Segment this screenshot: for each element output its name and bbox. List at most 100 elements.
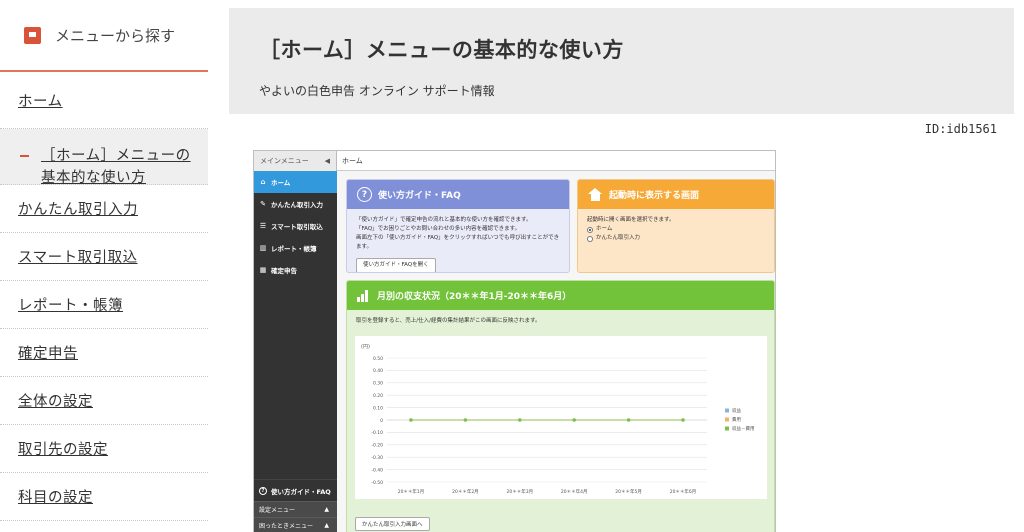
app-menu-label: レポート・帳簿 (271, 245, 317, 253)
monthly-chart: (円) 0.50 0.40 0.30 0.20 0.10 0 -0.10 -0.20 -0.30 -… (355, 336, 767, 499)
app-content: ? 使い方ガイド・FAQ 「使い方ガイド」で確定申告の流れと基本的な使い方を確認… (337, 171, 775, 532)
help-icon: ? (259, 486, 267, 495)
nav-header-label: メニューから探す (55, 26, 176, 45)
tax-return-icon: ▦ (259, 266, 267, 274)
help-icon: ? (357, 187, 372, 202)
guide-card-title: 使い方ガイド・FAQ (378, 191, 461, 201)
left-navigation: メニューから探す ホーム ［ホーム］メニューの基本的な使い方 かんたん取引入力 … (0, 0, 208, 532)
monthly-card-title: 月別の収支状況（20＊＊年1月-20＊＊年6月） (377, 292, 572, 302)
page-header: ［ホーム］メニューの基本的な使い方 やよいの白色申告 オンライン サポート情報 (229, 8, 1014, 114)
y-tick-label: -0.40 (371, 467, 383, 473)
nav-item-tax-return[interactable]: 確定申告 (0, 329, 208, 377)
nav-item-smart-import[interactable]: スマート取引取込 (0, 233, 208, 281)
nav-item-reports[interactable]: レポート・帳簿 (0, 281, 208, 329)
pencil-icon: ✎ (260, 200, 266, 208)
app-sidebar-header: メインメニュー ◀ (254, 151, 337, 171)
page-subtitle: やよいの白色申告 オンライン サポート情報 (259, 84, 495, 98)
data-point (572, 418, 576, 422)
page-title: ［ホーム］メニューの基本的な使い方 (259, 38, 624, 62)
guide-card-header: ? 使い方ガイド・FAQ (347, 180, 569, 209)
menu-icon (24, 26, 41, 44)
chart-svg: (円)0.50 0.40 0.30 0.20 0.10 0 -0.10 -0.20 -0.30 -… (361, 344, 755, 495)
import-icon: ☰ (259, 222, 267, 230)
bar-chart-icon (357, 289, 371, 302)
app-menu-tax-return[interactable]: ▦ 確定申告 (254, 259, 337, 281)
expand-icon: ▲ (324, 522, 329, 529)
data-point (463, 418, 468, 422)
nav-item-client-settings[interactable]: 取引先の設定 (0, 425, 208, 473)
y-tick-label: 0.20 (373, 393, 383, 399)
home-icon: ⌂ (260, 178, 266, 186)
startup-card: 起動時に表示する画面 起動時に開く画面を選択できます。 ホーム かんたん取引入力 (577, 179, 775, 273)
nav-item-home[interactable]: ホーム (0, 72, 208, 129)
y-tick-label: 0.30 (373, 381, 383, 387)
home-icon (588, 188, 603, 201)
monthly-description: 取引を登録すると、売上/仕入/経費の集計結果がこの画面に反映されます。 (356, 318, 541, 324)
settings-menu-label: 設定メニュー (259, 507, 296, 514)
data-point (626, 418, 631, 422)
app-menu-smart-import[interactable]: ☰ スマート取引取込 (254, 215, 337, 237)
startup-option-home[interactable]: ホーム (587, 225, 765, 234)
support-menu-label: 困ったときメニュー (259, 523, 314, 530)
guide-text: 「使い方ガイド」で確定申告の流れと基本的な使い方を確認できます。 (356, 217, 532, 223)
startup-card-body: 起動時に開く画面を選択できます。 ホーム かんたん取引入力 (578, 209, 774, 250)
nav-item-home-basics[interactable]: ［ホーム］メニューの基本的な使い方 (0, 129, 208, 186)
app-screenshot: メインメニュー ◀ ⌂ ホーム ✎ かんたん取引入力 ☰ スマート取引取込 ▥ … (253, 150, 776, 532)
y-tick-label: -0.30 (371, 455, 383, 461)
startup-option-label: ホーム (596, 226, 613, 232)
support-menu-toggle[interactable]: 困ったときメニュー ▲ (254, 517, 337, 532)
y-tick-label: -0.10 (371, 430, 383, 436)
legend-label: 収益 (732, 407, 741, 414)
guide-card: ? 使い方ガイド・FAQ 「使い方ガイド」で確定申告の流れと基本的な使い方を確認… (346, 179, 570, 273)
nav-item-easy-entry[interactable]: かんたん取引入力 (0, 185, 208, 233)
guide-text: 「FAQ」でお困りごとやお問い合わせの多い内容を確認できます。 (356, 226, 521, 232)
app-sidebar: メインメニュー ◀ ⌂ ホーム ✎ かんたん取引入力 ☰ スマート取引取込 ▥ … (254, 151, 337, 532)
legend-swatch (725, 417, 729, 422)
page-id: ID:idb1561 (924, 122, 997, 136)
radio-selected-icon (587, 226, 593, 233)
legend-label: 収益－費用 (732, 425, 755, 432)
monthly-card-body: 取引を登録すると、売上/仕入/経費の集計結果がこの画面に反映されます。 (347, 310, 774, 333)
y-tick-label: -0.50 (371, 480, 383, 486)
startup-option-easy-entry[interactable]: かんたん取引入力 (587, 234, 765, 243)
nav-item-account-settings[interactable]: 科目の設定 (0, 473, 208, 521)
y-tick-label: 0 (380, 418, 383, 424)
x-tick-label: 20＊＊年5月 (615, 488, 642, 495)
app-sidebar-bottom: ? 使い方ガイド・FAQ 設定メニュー ▲ 困ったときメニュー ▲ (254, 479, 337, 532)
y-tick-label: 0.50 (373, 356, 383, 362)
app-menu-faq[interactable]: ? 使い方ガイド・FAQ (254, 479, 337, 501)
current-page-marker (20, 155, 29, 157)
x-tick-label: 20＊＊年1月 (398, 488, 425, 495)
x-tick-label: 20＊＊年6月 (670, 488, 697, 495)
monthly-card-header: 月別の収支状況（20＊＊年1月-20＊＊年6月） (347, 281, 774, 310)
app-sidebar-title: メインメニュー (260, 157, 309, 165)
app-menu-easy-entry[interactable]: ✎ かんたん取引入力 (254, 193, 337, 215)
go-easy-entry-button[interactable]: かんたん取引入力画面へ (355, 517, 430, 531)
report-icon: ▥ (259, 244, 267, 252)
monthly-card: 月別の収支状況（20＊＊年1月-20＊＊年6月） 取引を登録すると、売上/仕入/… (346, 280, 775, 532)
app-menu-label: ホーム (271, 179, 291, 187)
radio-icon (587, 235, 593, 242)
startup-card-header: 起動時に表示する画面 (578, 180, 774, 209)
startup-card-title: 起動時に表示する画面 (609, 191, 700, 201)
nav-header: メニューから探す (0, 0, 208, 72)
app-menu-reports[interactable]: ▥ レポート・帳簿 (254, 237, 337, 259)
app-menu-label: スマート取引取込 (271, 223, 323, 231)
data-point (409, 418, 413, 422)
open-guide-button[interactable]: 使い方ガイド・FAQを開く (356, 258, 436, 272)
nav-item-general-settings[interactable]: 全体の設定 (0, 377, 208, 425)
guide-card-body: 「使い方ガイド」で確定申告の流れと基本的な使い方を確認できます。 「FAQ」でお… (347, 209, 569, 272)
y-tick-label: -0.20 (371, 443, 383, 449)
app-menu-label: 使い方ガイド・FAQ (271, 487, 331, 496)
legend-label: 費用 (732, 416, 741, 423)
y-axis-label: (円) (361, 344, 370, 350)
app-breadcrumb: ホーム (337, 151, 775, 171)
app-menu-label: 確定申告 (271, 267, 297, 275)
legend-swatch (725, 408, 729, 413)
settings-menu-toggle[interactable]: 設定メニュー ▲ (254, 501, 337, 517)
startup-option-label: かんたん取引入力 (596, 235, 641, 241)
x-tick-label: 20＊＊年3月 (507, 488, 534, 495)
startup-description: 起動時に開く画面を選択できます。 (587, 217, 675, 223)
app-menu-home[interactable]: ⌂ ホーム (254, 171, 337, 193)
collapse-icon[interactable]: ◀ (325, 157, 330, 165)
